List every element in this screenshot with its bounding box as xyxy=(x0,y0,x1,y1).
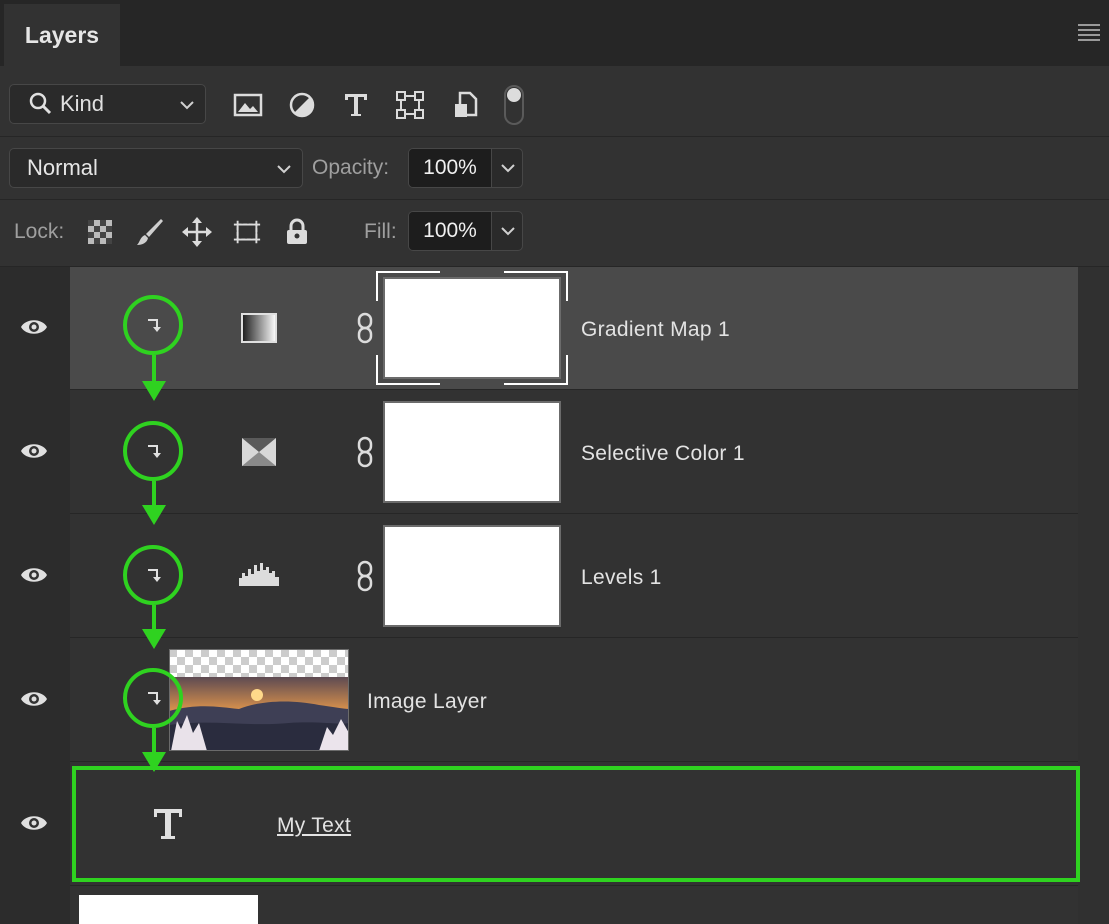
opacity-label: Opacity: xyxy=(312,156,390,179)
eye-visibility-icon[interactable] xyxy=(20,689,48,709)
selective-color-icon xyxy=(242,438,276,466)
fill-label: Fill: xyxy=(364,220,397,243)
blend-mode-dropdown[interactable]: Normal xyxy=(9,148,303,188)
blend-mode-label: Normal xyxy=(27,155,98,180)
clipping-mask-indicator xyxy=(123,421,183,481)
fill-field[interactable]: 100% xyxy=(408,211,523,251)
filter-adjustment-icon[interactable] xyxy=(287,90,317,120)
lock-row: Lock: Fill: 100% xyxy=(0,200,1109,267)
clip-arrow-head-icon xyxy=(142,629,166,649)
eye-visibility-icon[interactable] xyxy=(20,813,48,833)
lock-pixels-brush-icon[interactable] xyxy=(135,217,165,247)
clip-arrow-icon xyxy=(148,445,161,458)
clip-arrow-icon xyxy=(148,319,161,332)
layer-row-levels[interactable]: Levels 1 xyxy=(21,515,1078,638)
clip-connector-line xyxy=(152,605,156,631)
tab-layers[interactable]: Layers xyxy=(4,4,120,66)
chevron-down-icon[interactable] xyxy=(499,160,517,176)
clipping-mask-indicator xyxy=(123,295,183,355)
tab-layers-label: Layers xyxy=(24,21,100,48)
filter-row: Kind xyxy=(0,66,1109,137)
filter-type-icon[interactable] xyxy=(341,90,371,120)
layer-name[interactable]: Levels 1 xyxy=(581,566,662,590)
filter-pixel-icon[interactable] xyxy=(233,90,263,120)
opacity-value[interactable]: 100% xyxy=(409,149,492,187)
base-layer-highlight-box xyxy=(72,766,1080,882)
lock-position-move-icon[interactable] xyxy=(182,217,212,247)
scrollbar-track[interactable] xyxy=(1078,267,1109,924)
clip-arrow-icon xyxy=(148,692,161,705)
clipping-mask-indicator xyxy=(123,668,183,728)
chevron-down-icon xyxy=(277,165,291,174)
clip-arrow-head-icon xyxy=(142,505,166,525)
chain-link-icon[interactable] xyxy=(356,560,374,592)
lock-label: Lock: xyxy=(14,220,65,243)
lock-all-padlock-icon[interactable] xyxy=(282,217,312,247)
layer-mask-thumbnail[interactable] xyxy=(383,401,561,503)
lock-transparent-icon[interactable] xyxy=(85,217,115,247)
layer-mask-thumbnail[interactable] xyxy=(383,525,561,627)
layer-name[interactable]: Selective Color 1 xyxy=(581,442,745,466)
gradient-map-icon xyxy=(241,313,277,343)
layer-row-selective-color[interactable]: Selective Color 1 xyxy=(21,391,1078,514)
chevron-down-icon xyxy=(180,101,194,110)
search-icon xyxy=(29,92,52,115)
panel-tab-bar: Layers xyxy=(0,0,1109,66)
clip-arrow-head-icon xyxy=(142,381,166,401)
image-layer-thumbnail[interactable] xyxy=(169,649,349,751)
filter-shape-icon[interactable] xyxy=(395,90,425,120)
fill-value[interactable]: 100% xyxy=(409,212,492,250)
clipping-mask-indicator xyxy=(123,545,183,605)
filter-kind-dropdown[interactable]: Kind xyxy=(9,84,206,124)
clip-connector-line xyxy=(152,728,156,754)
clip-arrow-icon xyxy=(148,569,161,582)
filter-smart-object-icon[interactable] xyxy=(450,90,480,120)
panel-menu-icon[interactable] xyxy=(1078,24,1100,42)
clip-connector-line xyxy=(152,355,156,381)
opacity-field[interactable]: 100% xyxy=(408,148,523,188)
layer-mask-thumbnail[interactable] xyxy=(383,277,561,379)
chain-link-icon[interactable] xyxy=(356,312,374,344)
filter-toggle[interactable] xyxy=(504,85,524,125)
layer-row-image[interactable]: Image Layer xyxy=(21,639,1078,762)
chevron-down-icon[interactable] xyxy=(499,223,517,239)
eye-visibility-icon[interactable] xyxy=(20,565,48,585)
layer-name[interactable]: Gradient Map 1 xyxy=(581,318,730,342)
layer-row-gradient-map[interactable]: Gradient Map 1 xyxy=(21,267,1078,390)
levels-icon xyxy=(239,563,279,586)
eye-visibility-icon[interactable] xyxy=(20,317,48,337)
layer-name[interactable]: Image Layer xyxy=(367,690,487,714)
filter-kind-label: Kind xyxy=(60,91,105,116)
lock-artboard-icon[interactable] xyxy=(232,217,262,247)
blend-row: Normal Opacity: 100% xyxy=(0,137,1109,200)
eye-visibility-icon[interactable] xyxy=(20,441,48,461)
next-layer-thumbnail[interactable] xyxy=(79,895,258,924)
chain-link-icon[interactable] xyxy=(356,436,374,468)
clip-connector-line xyxy=(152,481,156,507)
